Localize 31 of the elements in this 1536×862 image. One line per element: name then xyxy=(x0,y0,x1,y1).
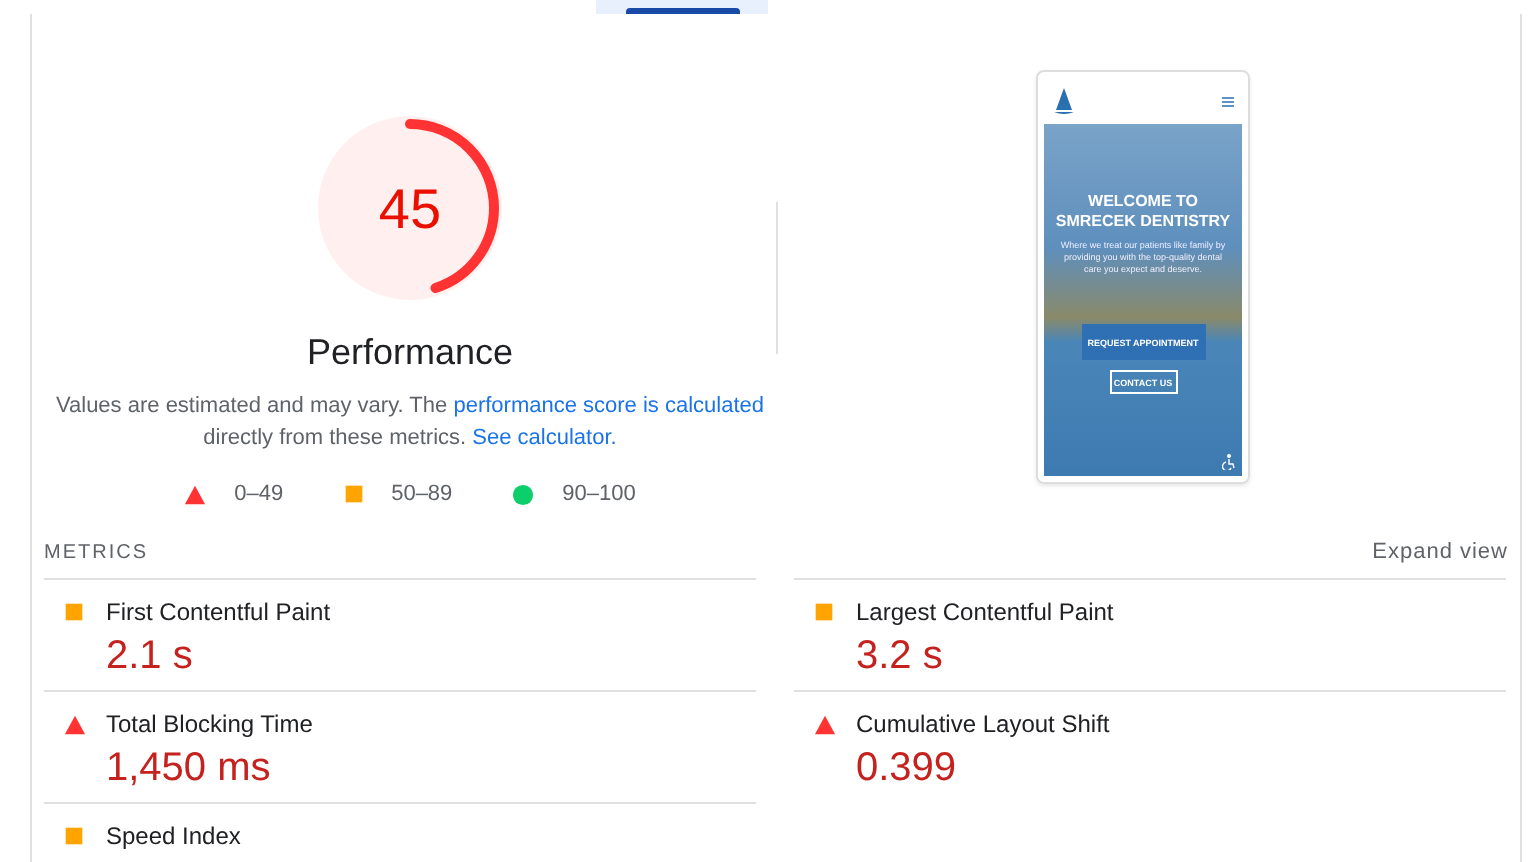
legend-label: 50–89 xyxy=(391,482,453,506)
metric-label: Largest Contentful Paint xyxy=(856,598,1116,626)
description-text: Values are estimated and may vary. The performance score is calculated directly from these metrics. See calculator. xyxy=(53,392,766,454)
metric-label: First Contentful Paint xyxy=(106,598,333,626)
hero-heading: WELCOME TO SMRECEK DENTISTRY xyxy=(1053,192,1233,232)
triangle-icon xyxy=(814,713,836,735)
score-value: 45 xyxy=(378,178,442,240)
expand-view-button[interactable]: Expand view xyxy=(1372,540,1508,564)
sailboat-logo-icon xyxy=(1052,87,1076,115)
square-icon xyxy=(64,602,84,622)
legend-label: 0–49 xyxy=(234,482,284,506)
menu-icon xyxy=(1222,95,1234,107)
metric-label: Total Blocking Time xyxy=(106,710,315,738)
square-icon xyxy=(343,484,364,504)
metric-value: 1,450 ms xyxy=(106,746,273,792)
legend-label: 90–100 xyxy=(562,482,636,506)
metric-label: Cumulative Layout Shift xyxy=(856,710,1112,738)
description-link[interactable]: See calculator. xyxy=(472,426,617,450)
metric-label: Speed Index xyxy=(106,822,243,850)
triangle-icon xyxy=(184,483,207,505)
metric-value: 2.1 s xyxy=(106,634,195,680)
category-title: Performance xyxy=(306,332,514,374)
metrics-heading: METRICS xyxy=(44,541,148,563)
accessibility-icon xyxy=(1222,454,1236,470)
square-icon xyxy=(64,826,84,846)
metric-value: 0.399 xyxy=(856,746,959,792)
description-link[interactable]: performance score is calculated xyxy=(453,394,764,418)
circle-icon xyxy=(512,483,535,505)
triangle-icon xyxy=(64,713,86,735)
square-icon xyxy=(814,602,834,622)
metric-value: 3.2 s xyxy=(856,634,945,680)
